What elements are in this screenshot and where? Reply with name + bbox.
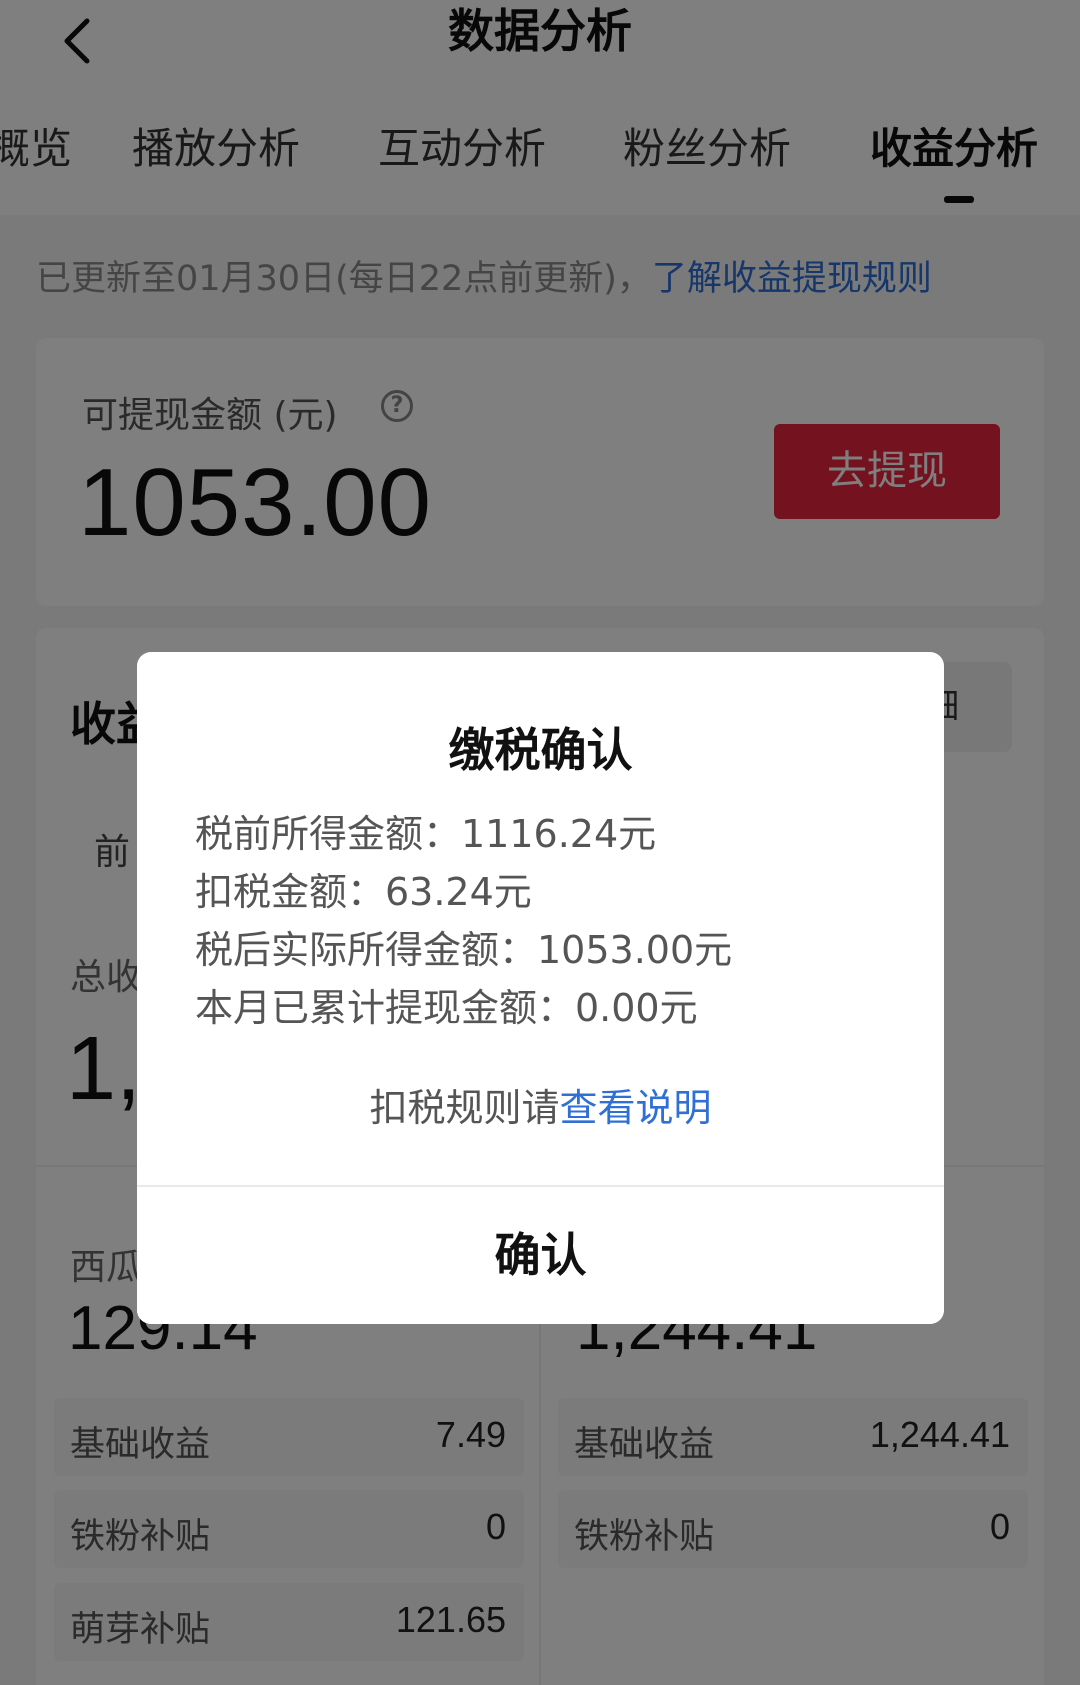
confirm-button[interactable]: 确认 — [137, 1187, 944, 1324]
tax-confirm-dialog: 缴税确认 税前所得金额：1116.24元 扣税金额：63.24元 税后实际所得金… — [137, 652, 944, 1324]
aftertax-amount-line: 税后实际所得金额：1053.00元 — [195, 928, 733, 972]
app-screen: 数据分析 概览 播放分析 互动分析 粉丝分析 收益分析 已更新至01月30日(每… — [0, 0, 1080, 1685]
monthly-withdrawn-line: 本月已累计提现金额：0.00元 — [195, 986, 698, 1030]
tax-rule-note: 扣税规则请查看说明 — [137, 1077, 944, 1132]
view-explanation-link[interactable]: 查看说明 — [560, 1086, 712, 1130]
pretax-amount-line: 税前所得金额：1116.24元 — [195, 812, 657, 856]
tax-amount-line: 扣税金额：63.24元 — [195, 870, 532, 914]
dialog-details: 税前所得金额：1116.24元 扣税金额：63.24元 税后实际所得金额：105… — [195, 805, 732, 1037]
dialog-title: 缴税确认 — [448, 723, 633, 777]
tax-rule-prefix: 扣税规则请 — [369, 1086, 560, 1130]
